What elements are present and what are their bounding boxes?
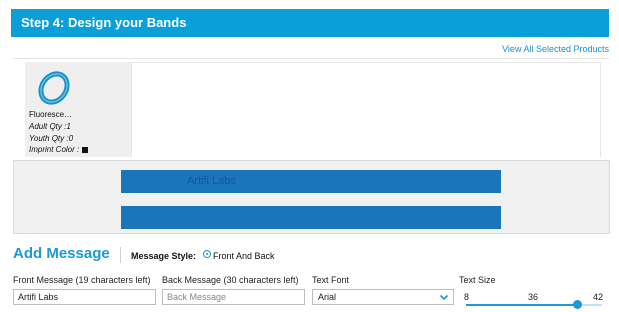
- message-style-option-label[interactable]: Front And Back: [213, 251, 275, 261]
- text-size-current: 36: [528, 292, 539, 302]
- add-message-heading: Add Message: [13, 245, 110, 262]
- chevron-down-icon: [439, 294, 449, 301]
- front-message-label: Front Message (19 characters left): [13, 275, 151, 285]
- text-font-value: Arial: [318, 292, 337, 302]
- band-front-preview: Artifi Labs: [121, 170, 501, 193]
- preview-area: [131, 62, 601, 157]
- front-message-input[interactable]: [13, 289, 156, 305]
- band-back-preview: [121, 206, 501, 229]
- selected-product-card[interactable]: Fluoresce… Adult Qty :1 Youth Qty :0 Imp…: [25, 62, 131, 157]
- band-front-text: Artifi Labs: [187, 175, 236, 187]
- product-name: Fluoresce…: [29, 110, 73, 119]
- divider: [120, 247, 121, 263]
- text-size-slider-fill: [466, 304, 578, 306]
- wristband-icon: [38, 71, 70, 105]
- message-style-label: Message Style:: [131, 251, 197, 261]
- text-font-select[interactable]: Arial: [312, 289, 454, 305]
- message-style-radio[interactable]: [203, 250, 211, 258]
- text-size-min: 8: [464, 292, 470, 302]
- adult-qty: Adult Qty :1: [29, 122, 71, 131]
- back-message-label: Back Message (30 characters left): [162, 275, 299, 285]
- band-preview-panel: Artifi Labs: [13, 160, 610, 234]
- text-size-label: Text Size: [459, 275, 496, 285]
- youth-qty: Youth Qty :0: [29, 134, 74, 143]
- back-message-input[interactable]: [162, 289, 305, 305]
- imprint-color: Imprint Color :: [29, 145, 89, 154]
- divider: [13, 58, 609, 59]
- imprint-color-swatch: [82, 146, 89, 153]
- view-all-products-link[interactable]: View All Selected Products: [502, 44, 609, 54]
- text-size-slider-thumb[interactable]: [573, 300, 583, 309]
- imprint-color-label: Imprint Color :: [29, 145, 80, 154]
- text-font-label: Text Font: [312, 275, 350, 285]
- text-size-max: 42: [593, 292, 604, 302]
- step-header: Step 4: Design your Bands: [11, 9, 609, 37]
